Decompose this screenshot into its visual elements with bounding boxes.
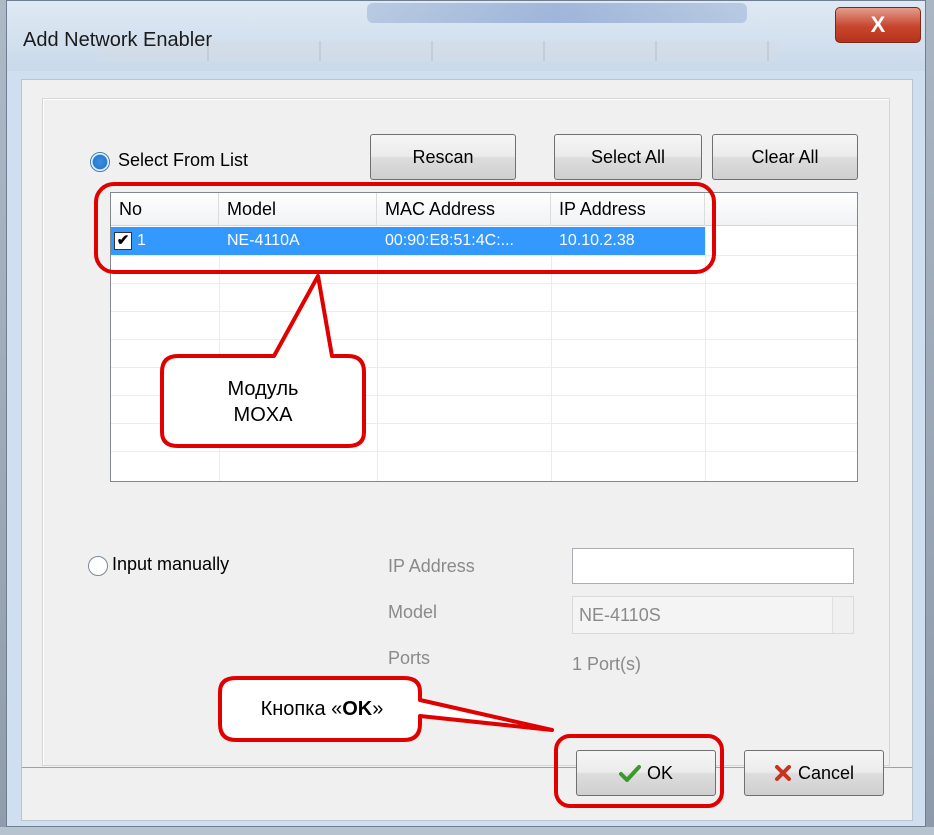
ok-callout-suffix: » bbox=[372, 698, 384, 720]
ok-callout-prefix: Кнопка « bbox=[260, 698, 343, 720]
ok-callout-text: Кнопка «OK» bbox=[224, 696, 420, 722]
ok-highlight-box bbox=[554, 734, 724, 808]
list-highlight-box bbox=[94, 182, 716, 274]
module-callout-line-1: Модуль bbox=[227, 378, 299, 400]
module-callout-line-2: MOXA bbox=[233, 404, 293, 426]
annotation-overlay bbox=[94, 182, 724, 808]
module-callout-text: Модуль MOXA bbox=[166, 376, 360, 428]
ok-callout-bold: OK bbox=[342, 698, 373, 720]
